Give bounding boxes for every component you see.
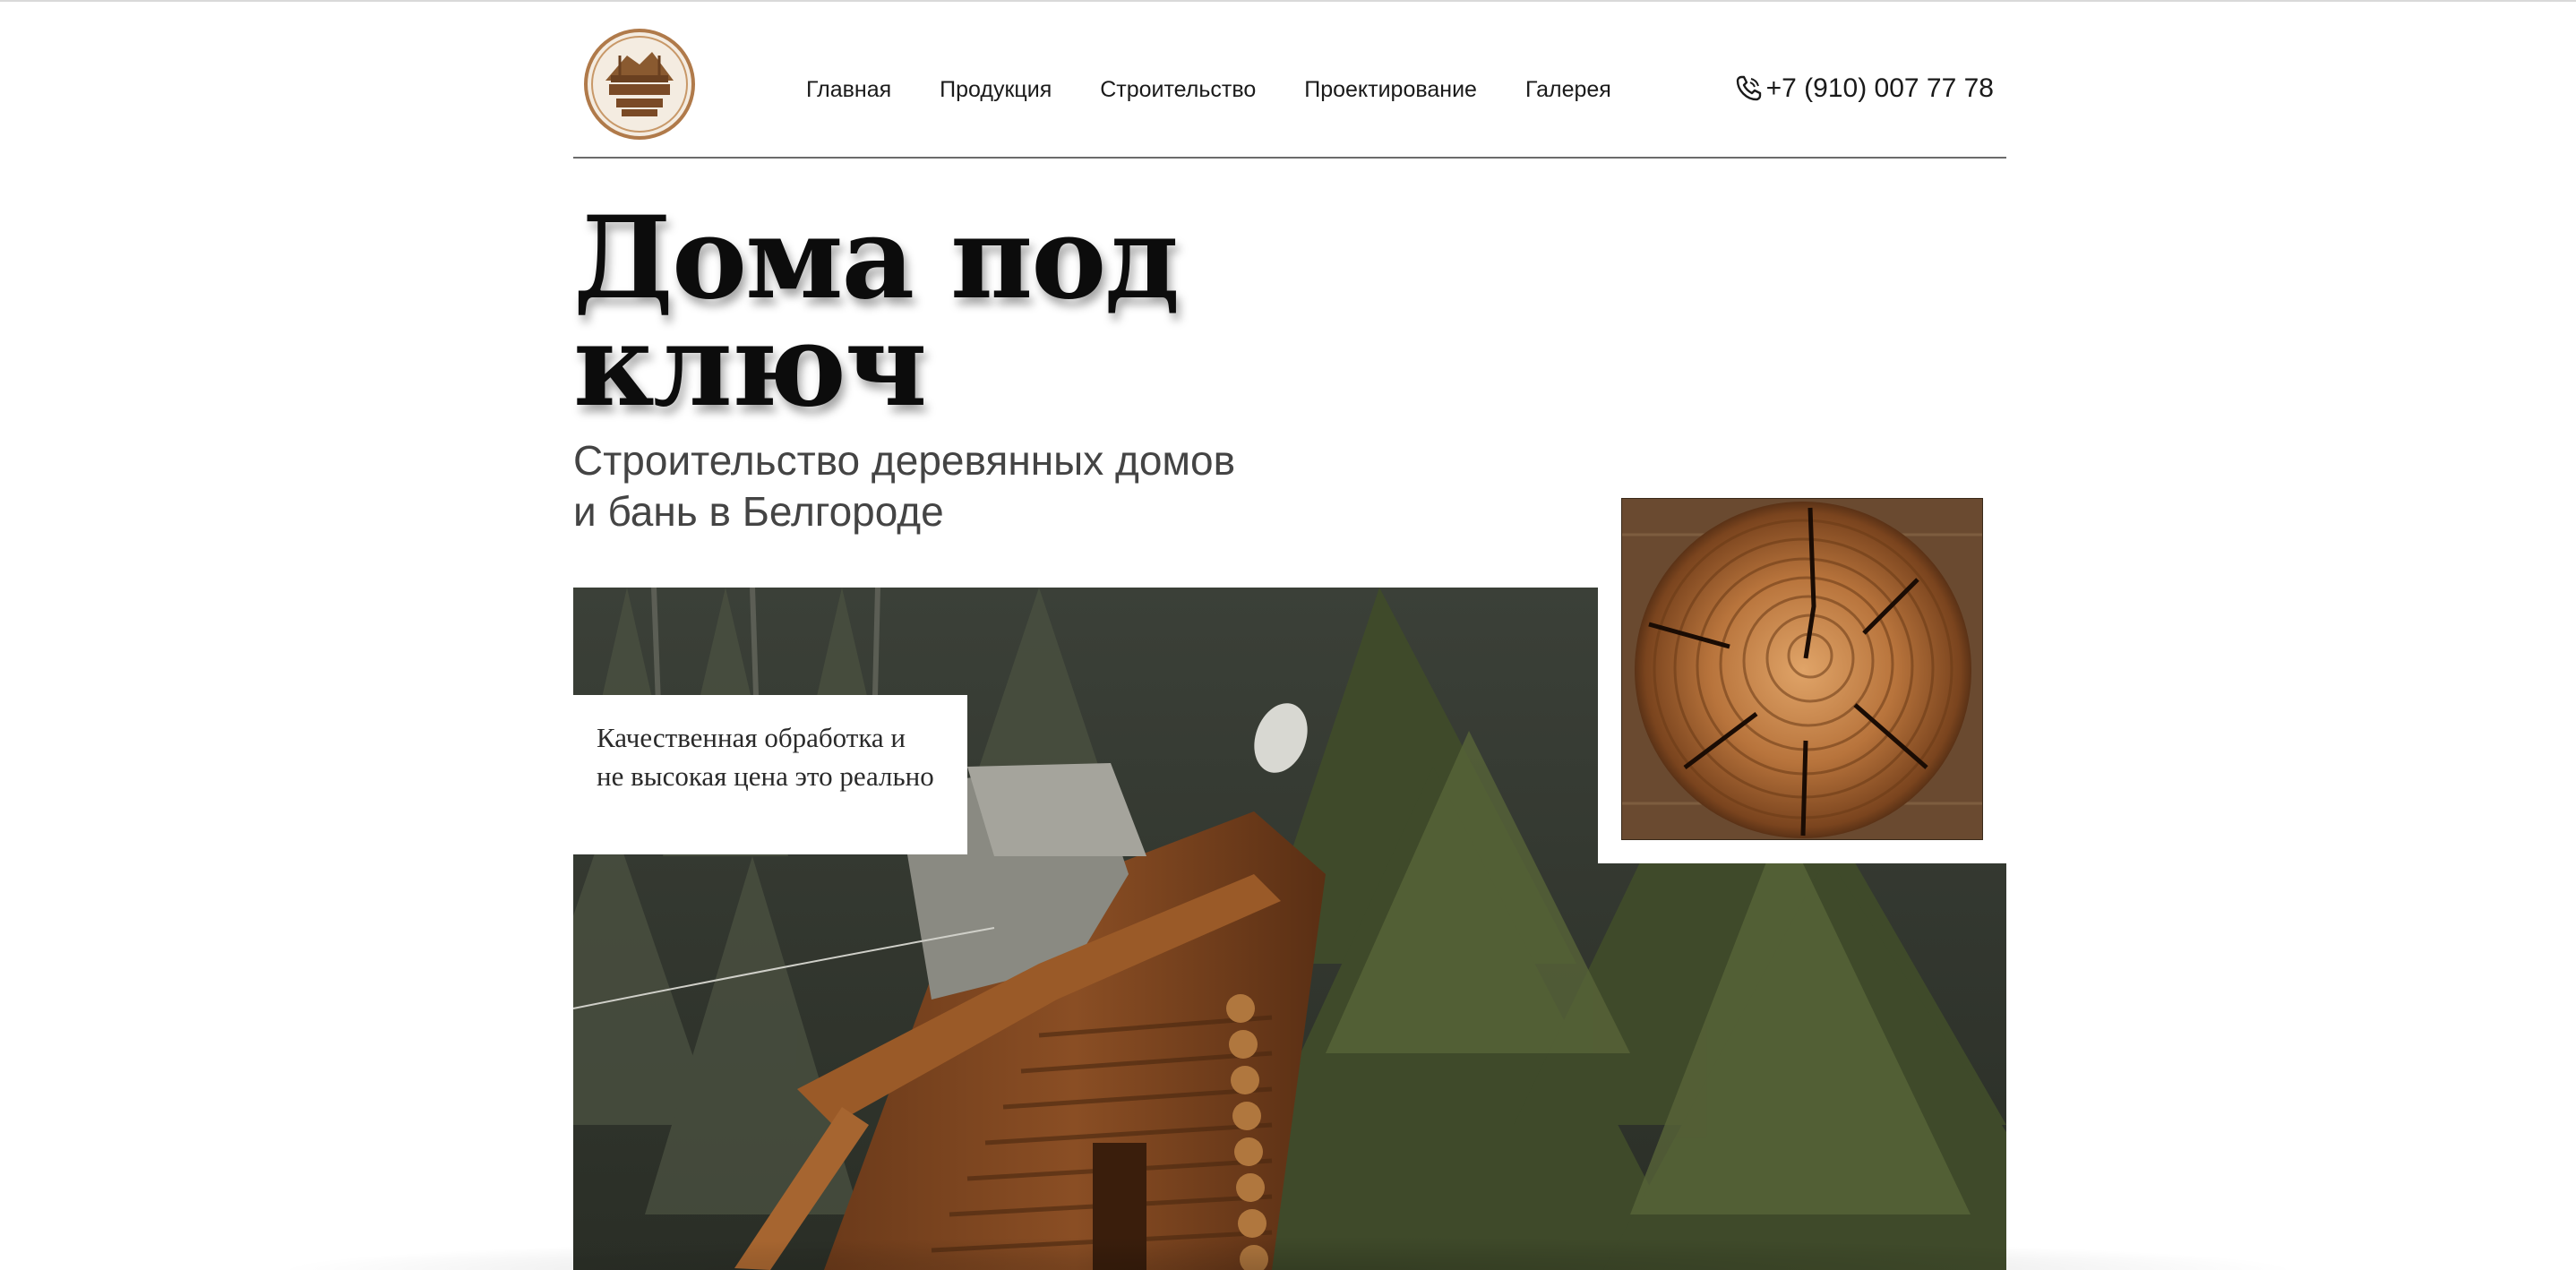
nav-item-construction[interactable]: Строительство <box>1100 77 1256 103</box>
hero-subtitle-line1: Строительство деревянных домов <box>573 437 1236 484</box>
promo-caption-line1: Качественная обработка и <box>597 722 906 753</box>
nav-item-design[interactable]: Проектирование <box>1304 77 1477 103</box>
main-nav: Главная Продукция Строительство Проектир… <box>806 77 1611 103</box>
wood-cross-section-image <box>1621 498 1983 840</box>
logo-emblem-icon <box>584 29 695 140</box>
phone-icon <box>1734 74 1763 103</box>
nav-item-products[interactable]: Продукция <box>940 77 1052 103</box>
hero-subtitle: Строительство деревянных домов и бань в … <box>573 435 1379 537</box>
promo-caption-box: Качественная обработка и не высокая цена… <box>573 695 967 854</box>
nav-item-home[interactable]: Главная <box>806 77 891 103</box>
site-header: Главная Продукция Строительство Проектир… <box>573 0 2006 159</box>
promo-caption-line2: не высокая цена это реально <box>597 760 934 792</box>
header-divider <box>573 157 2006 159</box>
site-logo[interactable] <box>584 29 695 140</box>
phone-number: +7 (910) 007 77 78 <box>1765 73 1994 103</box>
promo-caption: Качественная обработка и не высокая цена… <box>597 718 944 795</box>
phone-link[interactable]: +7 (910) 007 77 78 <box>1734 73 1994 104</box>
hero-title: Дома под ключ <box>573 202 1379 422</box>
nav-item-gallery[interactable]: Галерея <box>1525 77 1611 103</box>
hero-title-line2: ключ <box>573 299 927 432</box>
hero-subtitle-line2: и бань в Белгороде <box>573 488 944 535</box>
